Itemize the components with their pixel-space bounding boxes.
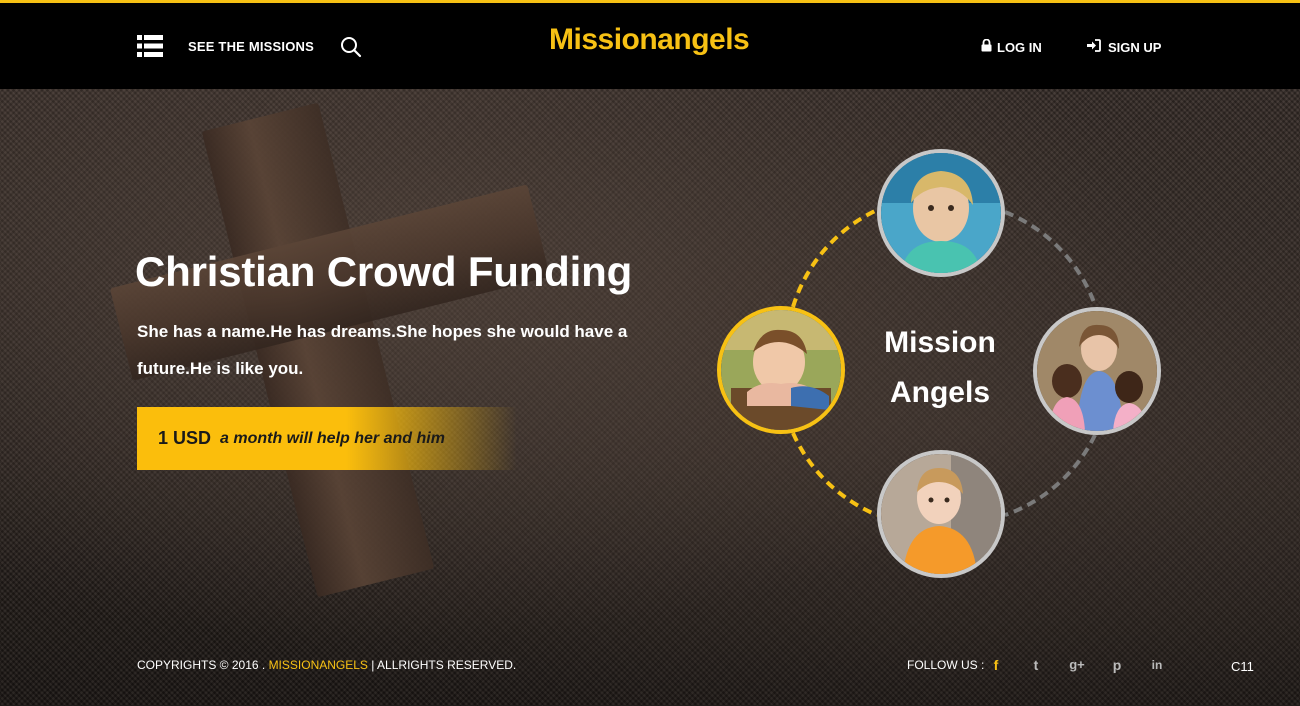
logo[interactable]: Missionangels bbox=[549, 23, 750, 57]
facebook-icon[interactable]: f bbox=[987, 656, 1005, 674]
woman-children-avatar-right[interactable] bbox=[1033, 307, 1161, 435]
hero-title: Christian Crowd Funding bbox=[135, 248, 633, 295]
see-missions-link[interactable]: SEE THE MISSIONS bbox=[188, 39, 314, 54]
child-avatar-left[interactable] bbox=[717, 306, 845, 434]
copyright-brand-link[interactable]: MISSIONANGELS bbox=[269, 658, 368, 672]
signup-link[interactable]: SIGN UP bbox=[1086, 39, 1161, 55]
list-icon[interactable] bbox=[137, 35, 163, 57]
sign-in-icon bbox=[1086, 39, 1101, 55]
corner-code: C11 bbox=[1231, 659, 1254, 674]
copyright-suffix: | ALLRIGHTS RESERVED. bbox=[371, 658, 517, 672]
follow-us-label: FOLLOW US : bbox=[907, 658, 985, 672]
ring-center-label: Mission Angels bbox=[870, 318, 1010, 418]
cta-amount: 1 USD bbox=[158, 428, 212, 448]
signup-label: SIGN UP bbox=[1108, 39, 1162, 55]
google-plus-icon[interactable]: g+ bbox=[1068, 656, 1086, 674]
child-avatar-bottom[interactable] bbox=[877, 450, 1005, 578]
cta-text: a month will help her and him bbox=[220, 429, 445, 447]
pinterest-icon[interactable]: p bbox=[1108, 656, 1126, 674]
linkedin-icon[interactable]: in bbox=[1148, 656, 1166, 674]
donation-banner[interactable]: 1 USD a month will help her and him bbox=[137, 407, 517, 470]
ring-label-line1: Mission bbox=[884, 326, 996, 359]
ring-label-line2: Angels bbox=[889, 376, 991, 409]
copyright-prefix: COPYRIGHTS © 2016 . bbox=[137, 658, 266, 672]
twitter-icon[interactable]: t bbox=[1027, 656, 1045, 674]
hero-description: She has a name.He has dreams.She hopes s… bbox=[137, 322, 628, 378]
search-icon[interactable] bbox=[340, 36, 362, 58]
lock-icon bbox=[981, 38, 992, 55]
login-link[interactable]: LOG IN bbox=[981, 38, 1042, 55]
login-label: LOG IN bbox=[997, 39, 1042, 55]
child-avatar-top[interactable] bbox=[877, 149, 1005, 277]
header: SEE THE MISSIONS Missionangels LOG IN SI… bbox=[0, 3, 1300, 89]
copyright: COPYRIGHTS © 2016 . MISSIONANGELS | ALLR… bbox=[137, 658, 516, 672]
